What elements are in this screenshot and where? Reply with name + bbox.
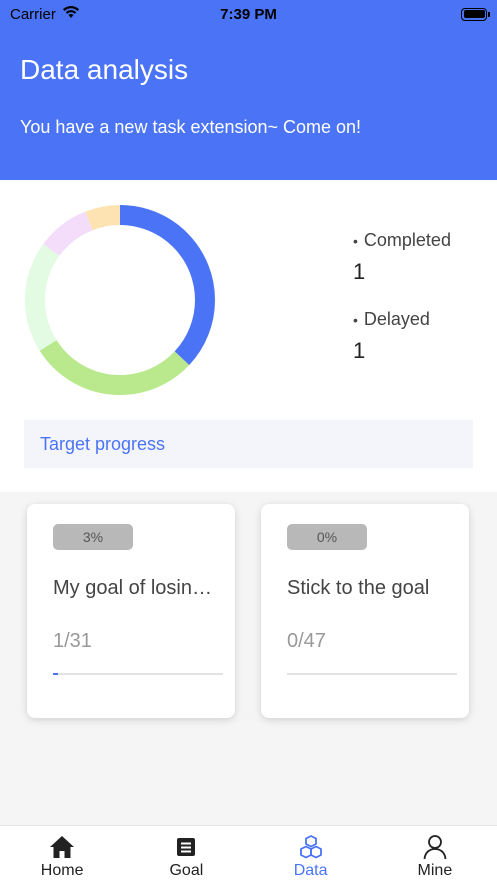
goal-count: 1/31 (53, 630, 92, 652)
bottom-tab-bar: Home Goal Data Mine (0, 825, 497, 883)
legend-value: 1 (353, 338, 366, 363)
status-left: Carrier (10, 5, 80, 23)
progress-badge: 0% (287, 524, 367, 550)
carrier-label: Carrier (10, 5, 56, 23)
battery-icon (461, 7, 490, 21)
goal-title: My goal of losing weight (53, 577, 223, 599)
bullet-icon: • (353, 232, 358, 249)
legend-label: Completed (363, 230, 451, 250)
legend-item-delayed: • Delayed 1 (353, 309, 451, 364)
progress-badge: 3% (53, 524, 133, 550)
header: Data analysis You have a new task extens… (0, 28, 497, 180)
legend-label: Delayed (363, 309, 430, 329)
legend-value: 1 (353, 259, 366, 284)
progress-bar (287, 673, 457, 675)
bullet-icon: • (353, 311, 358, 328)
progress-bar (53, 673, 223, 675)
person-icon (423, 835, 447, 860)
goal-title: Stick to the goal (287, 577, 430, 599)
goal-card[interactable]: 3% My goal of losing weight 1/31 (27, 504, 235, 718)
legend-item-completed: • Completed 1 (353, 230, 451, 285)
goal-card[interactable]: 0% Stick to the goal 0/47 (261, 504, 469, 718)
progress-fill (53, 673, 59, 675)
chart-card: • Completed 1 • Delayed 1 Target progres… (0, 180, 497, 492)
tab-label: Mine (417, 862, 453, 879)
tab-home[interactable]: Home (0, 826, 124, 883)
tab-label: Data (293, 862, 328, 879)
wifi-icon (62, 5, 80, 23)
tab-target-progress[interactable]: Target progress (24, 420, 473, 468)
goal-count: 0/47 (287, 630, 326, 652)
page-subtitle: You have a new task extension~ Come on! (20, 117, 362, 137)
home-icon (50, 836, 75, 858)
tab-label: Goal (169, 862, 204, 879)
donut-chart (25, 205, 215, 395)
tab-label: Home (40, 862, 84, 879)
tab-label: Target progress (40, 433, 166, 454)
chart-legend: • Completed 1 • Delayed 1 (353, 230, 451, 388)
list-icon (177, 838, 196, 856)
status-time: 7:39 PM (220, 5, 277, 23)
tab-mine[interactable]: Mine (373, 826, 497, 883)
status-bar: Carrier 7:39 PM (0, 0, 497, 28)
tab-goal[interactable]: Goal (124, 826, 248, 883)
cubes-icon (299, 835, 322, 859)
tab-data[interactable]: Data (249, 826, 373, 883)
page-title: Data analysis (20, 54, 189, 85)
